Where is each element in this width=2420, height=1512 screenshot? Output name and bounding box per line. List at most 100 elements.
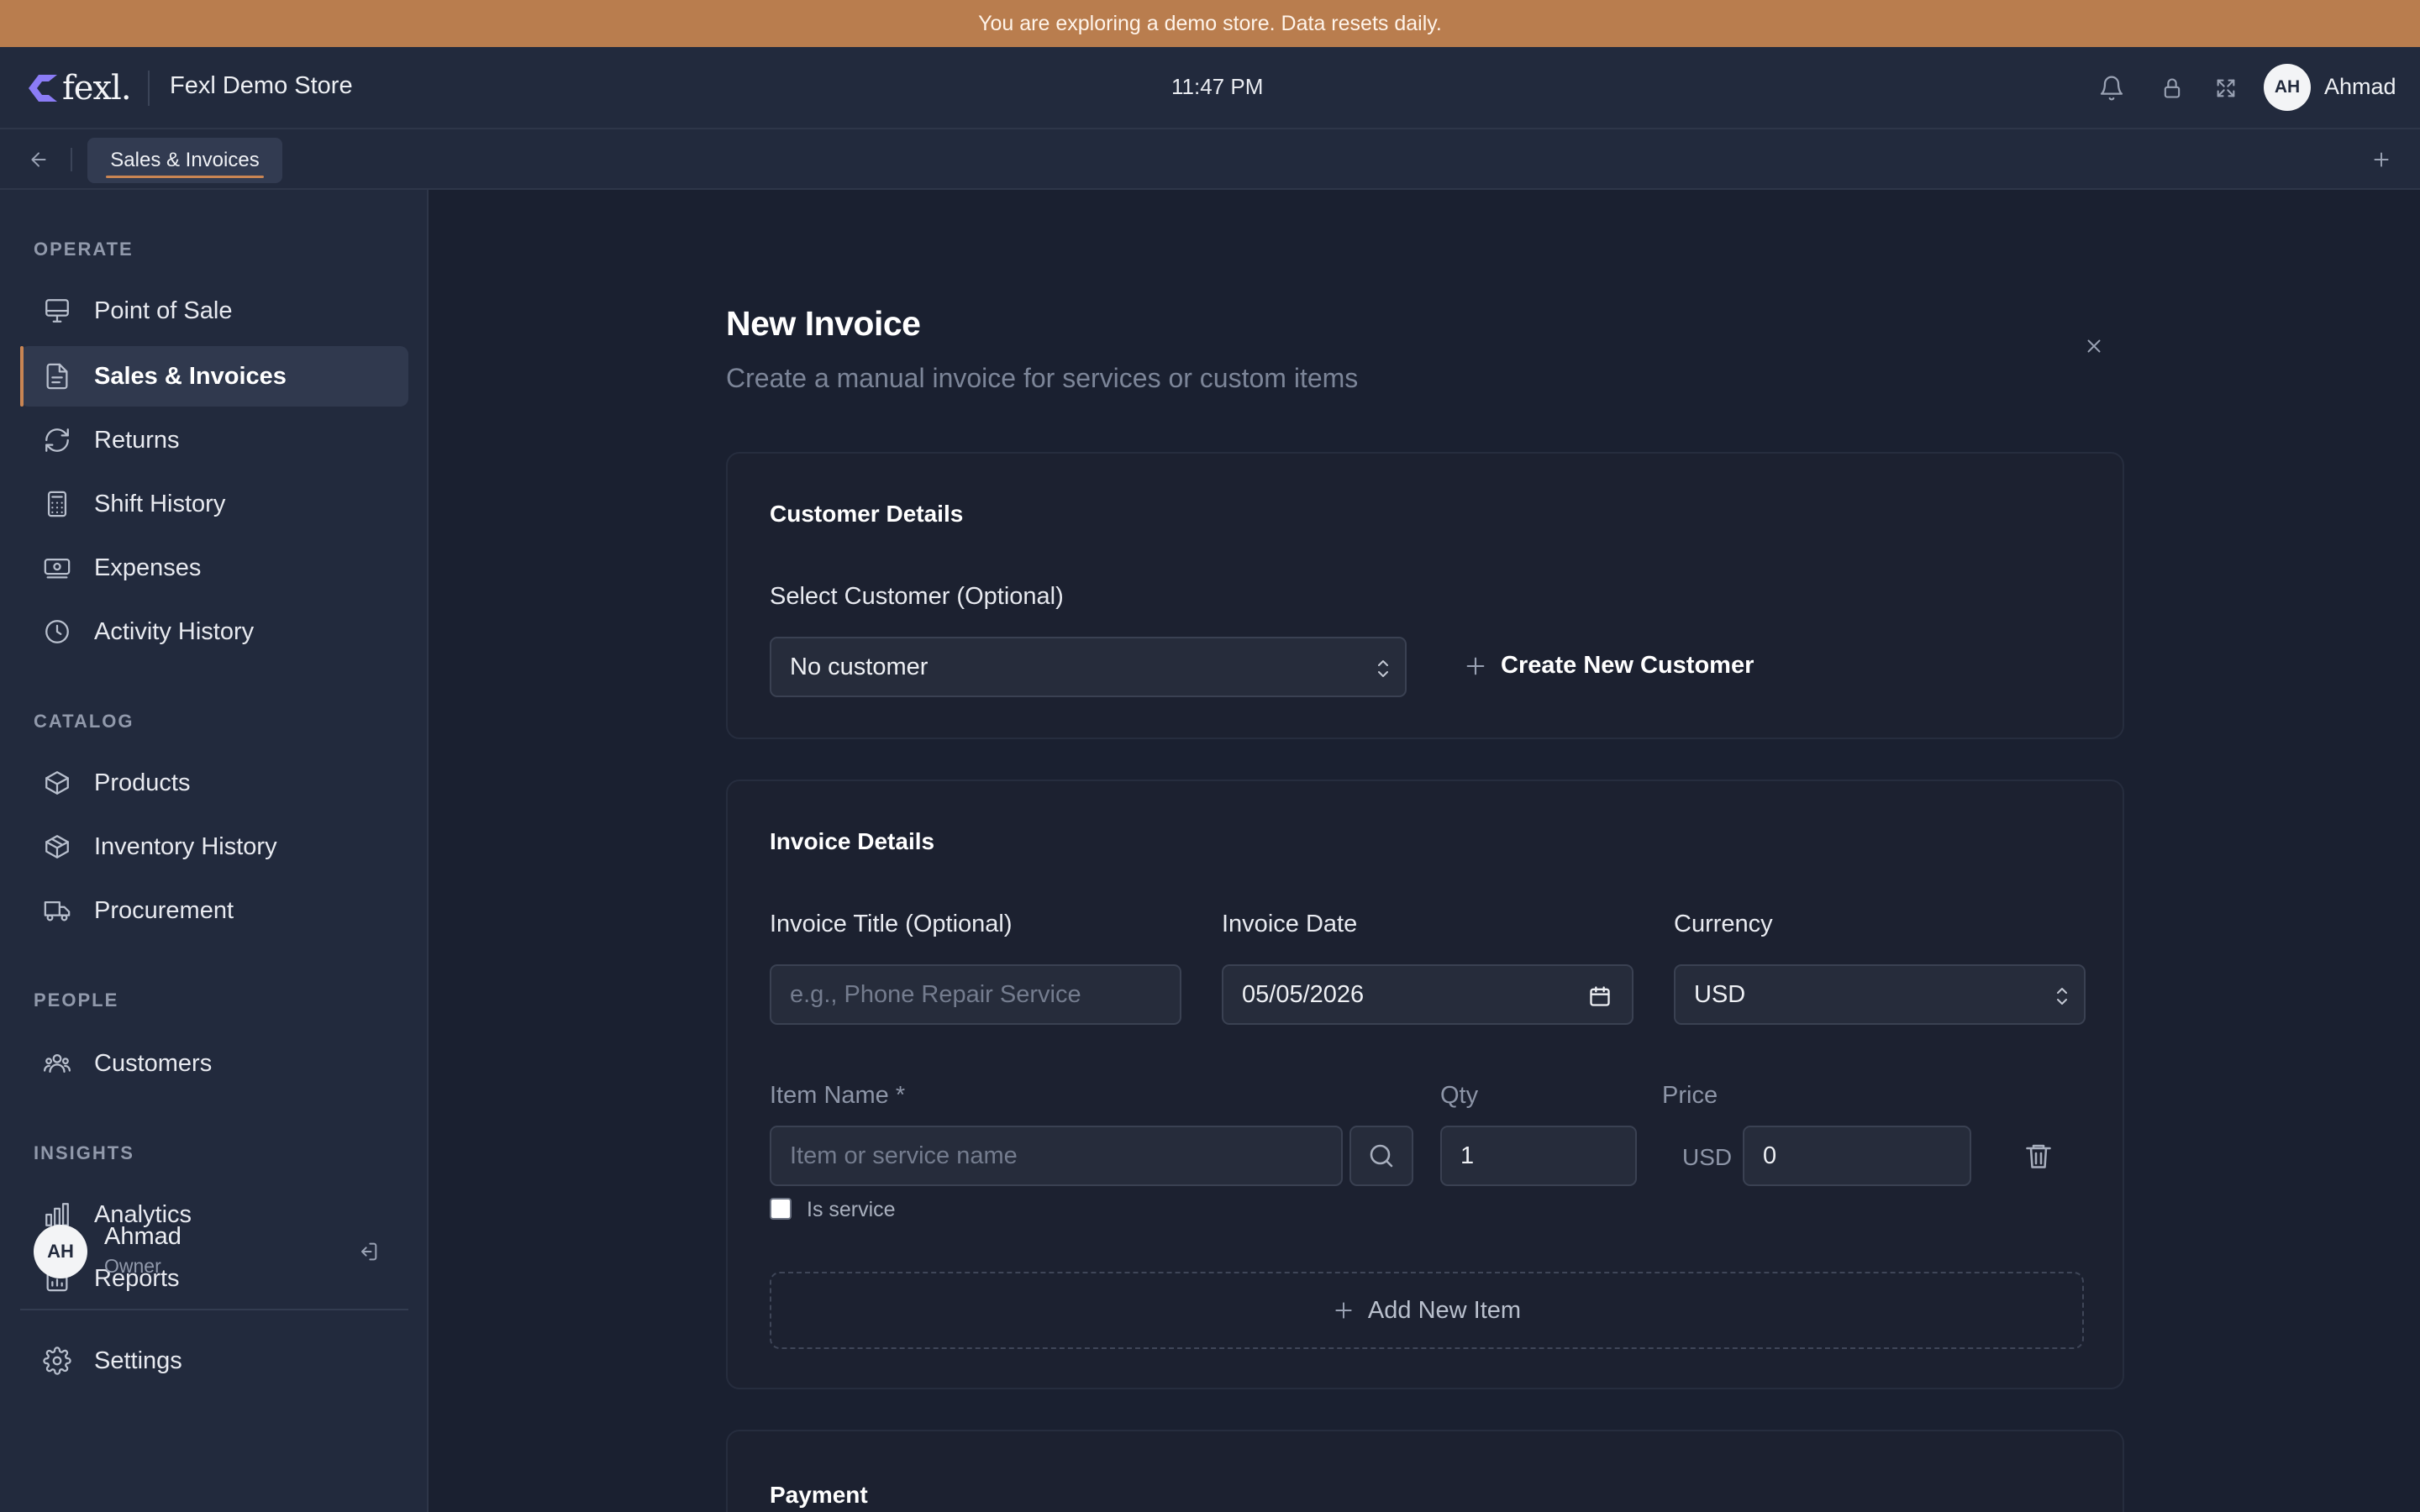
demo-banner-text: You are exploring a demo store. Data res… <box>978 11 1442 35</box>
invoice-title-input[interactable]: e.g., Phone Repair Service <box>770 964 1181 1025</box>
sidebar-item-label: Settings <box>94 1347 182 1374</box>
price-label: Price <box>1662 1082 1718 1109</box>
lock-icon[interactable] <box>2156 72 2188 104</box>
demo-banner: You are exploring a demo store. Data res… <box>0 0 2420 47</box>
box-icon <box>40 766 74 800</box>
add-tab-icon[interactable] <box>2366 144 2396 175</box>
back-arrow-icon[interactable] <box>24 144 54 175</box>
invoice-date-input[interactable]: 05/05/2026 <box>1222 964 1634 1025</box>
sidebar-item-returns[interactable]: Returns <box>20 410 408 470</box>
customer-select[interactable]: No customer <box>770 637 1407 697</box>
qty-label: Qty <box>1440 1082 1479 1109</box>
create-new-customer-label: Create New Customer <box>1501 652 1754 679</box>
sidebar-item-settings[interactable]: Settings <box>20 1331 408 1391</box>
sidebar-item-label: Customers <box>94 1049 213 1077</box>
sidebar-user-avatar[interactable]: AH <box>34 1225 87 1278</box>
users-icon <box>40 1047 74 1080</box>
store-name: Fexl Demo Store <box>170 72 353 99</box>
select-chevron-icon <box>2057 988 2067 1005</box>
plus-icon <box>1466 657 1485 675</box>
sidebar-item-shift-history[interactable]: Shift History <box>20 474 408 534</box>
plus-icon <box>1335 1302 1352 1319</box>
invoice-details-card: Invoice Details Invoice Title (Optional)… <box>726 780 2124 1389</box>
logo[interactable]: fexl. <box>27 69 132 108</box>
tab-sales-invoices[interactable]: Sales & Invoices <box>87 138 282 183</box>
calculator-icon <box>40 487 74 521</box>
sidebar-divider <box>20 1309 408 1310</box>
section-label-insights: INSIGHTS <box>34 1142 134 1163</box>
sidebar: OPERATE Point of Sale Sales & Invoices R… <box>0 190 429 1512</box>
search-icon <box>1370 1144 1393 1168</box>
sidebar-item-products[interactable]: Products <box>20 753 408 813</box>
app-header: fexl. Fexl Demo Store 11:47 PM <box>0 47 2420 129</box>
item-search-button[interactable] <box>1349 1126 1413 1186</box>
sidebar-item-label: Point of Sale <box>94 297 233 324</box>
sidebar-item-label: Shift History <box>94 490 226 517</box>
sidebar-item-point-of-sale[interactable]: Point of Sale <box>20 281 408 341</box>
qty-value: 1 <box>1460 1142 1475 1169</box>
sidebar-user-role: Owner <box>104 1255 161 1277</box>
customer-details-card: Customer Details Select Customer (Option… <box>726 452 2124 739</box>
sidebar-item-label: Activity History <box>94 617 255 645</box>
create-new-customer-button[interactable]: Create New Customer <box>1464 652 1754 680</box>
logout-icon[interactable] <box>351 1235 385 1268</box>
invoice-date-label: Invoice Date <box>1222 911 1358 937</box>
payment-card: Payment <box>726 1430 2124 1512</box>
header-user-name[interactable]: Ahmad <box>2324 74 2396 100</box>
section-label-people: PEOPLE <box>34 990 119 1011</box>
sidebar-item-label: Products <box>94 769 191 796</box>
clock: 11:47 PM <box>1171 74 1264 99</box>
sidebar-item-label: Returns <box>94 426 180 454</box>
select-chevron-icon <box>1378 660 1388 677</box>
bell-icon[interactable] <box>2096 72 2128 104</box>
tab-bar: Sales & Invoices <box>0 129 2420 190</box>
invoice-title-placeholder: e.g., Phone Repair Service <box>790 980 1081 1008</box>
trash-icon[interactable] <box>2022 1137 2055 1174</box>
currency-select[interactable]: USD <box>1674 964 2086 1025</box>
qty-input[interactable]: 1 <box>1440 1126 1637 1186</box>
sidebar-item-activity-history[interactable]: Activity History <box>20 601 408 662</box>
page-subtitle: Create a manual invoice for services or … <box>726 363 1359 393</box>
sidebar-item-label: Procurement <box>94 896 234 924</box>
price-input[interactable]: 0 <box>1743 1126 1971 1186</box>
sidebar-item-label: Sales & Invoices <box>94 362 287 390</box>
payment-title: Payment <box>770 1482 868 1508</box>
document-icon <box>40 360 74 393</box>
sidebar-item-label: Inventory History <box>94 832 277 860</box>
price-value: 0 <box>1763 1142 1777 1169</box>
monitor-icon <box>40 294 74 328</box>
item-name-label: Item Name * <box>770 1082 906 1109</box>
add-new-item-button[interactable]: Add New Item <box>770 1272 2084 1349</box>
currency-label: Currency <box>1674 911 1773 937</box>
clock-icon <box>40 615 74 648</box>
sidebar-item-customers[interactable]: Customers <box>20 1033 408 1094</box>
is-service-label: Is service <box>807 1198 896 1221</box>
header-avatar[interactable]: AH <box>2264 64 2311 111</box>
header-divider <box>148 71 150 106</box>
truck-icon <box>40 894 74 927</box>
sidebar-item-sales-invoices[interactable]: Sales & Invoices <box>20 346 408 407</box>
sidebar-item-expenses[interactable]: Expenses <box>20 538 408 598</box>
banknote-icon <box>40 551 74 585</box>
section-label-catalog: CATALOG <box>34 711 134 732</box>
item-name-input[interactable]: Item or service name <box>770 1126 1343 1186</box>
sidebar-item-procurement[interactable]: Procurement <box>20 880 408 941</box>
customer-details-title: Customer Details <box>770 501 964 527</box>
gear-icon <box>40 1344 74 1378</box>
page-title: New Invoice <box>726 304 921 343</box>
calendar-icon[interactable] <box>1588 984 1612 1008</box>
item-name-placeholder: Item or service name <box>790 1142 1018 1169</box>
fullscreen-icon[interactable] <box>2210 72 2242 104</box>
currency-select-value: USD <box>1694 980 1746 1008</box>
add-new-item-label: Add New Item <box>1367 1296 1522 1324</box>
sidebar-item-inventory-history[interactable]: Inventory History <box>20 816 408 877</box>
tab-separator <box>71 148 72 171</box>
invoice-title-label: Invoice Title (Optional) <box>770 911 1013 937</box>
customer-select-value: No customer <box>790 653 929 680</box>
logo-text: fexl. <box>62 69 132 108</box>
package-icon <box>40 830 74 864</box>
is-service-checkbox[interactable] <box>770 1198 792 1220</box>
section-label-operate: OPERATE <box>34 239 134 260</box>
refresh-icon <box>40 423 74 457</box>
close-icon[interactable] <box>2079 331 2109 361</box>
